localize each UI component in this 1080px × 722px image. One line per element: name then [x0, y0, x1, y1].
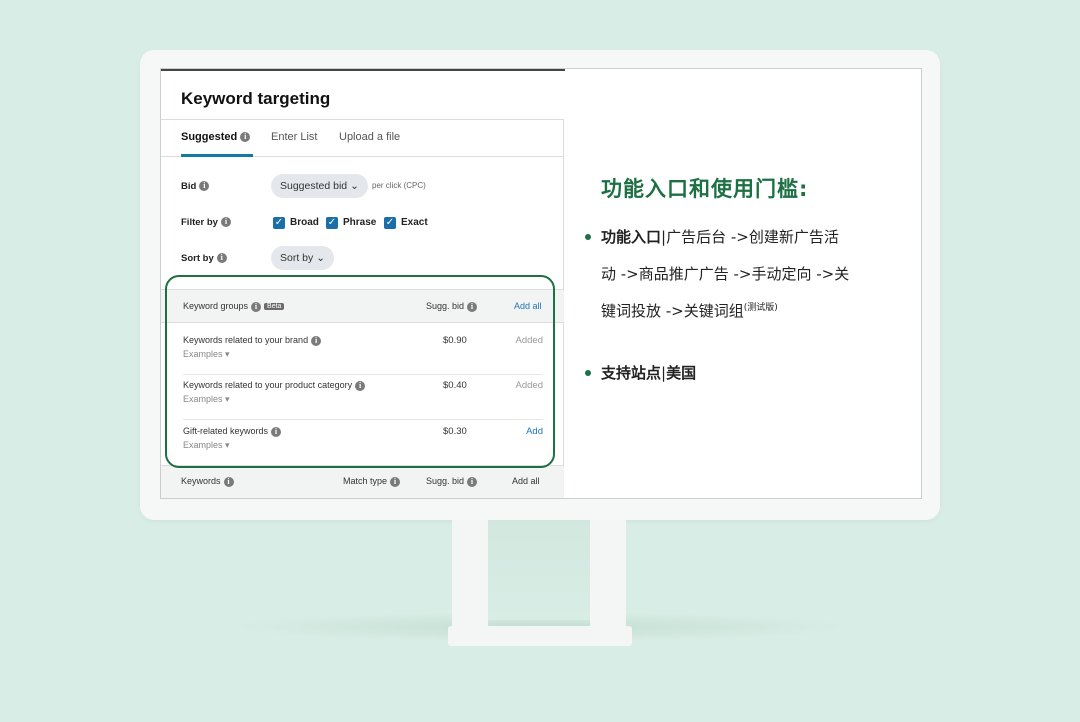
keywords-header: Keywords i Match type i Sugg. bid i Add all: [161, 465, 564, 498]
broad-label: Broad: [290, 217, 319, 228]
info-icon: i: [223, 476, 234, 487]
match-type-header: Match type i: [343, 476, 401, 487]
info-icon: i: [216, 253, 227, 264]
bullet-line-1: 功能入口|广告后台 ->创建新广告活: [601, 219, 901, 256]
info-icon: i: [467, 476, 478, 487]
exact-checkbox[interactable]: ✓: [384, 217, 396, 229]
section-title: 功能入口和使用门槛:: [601, 177, 809, 201]
tab-upload-file[interactable]: Upload a file: [339, 131, 400, 143]
keyword-targeting-panel: Keyword targeting Suggested i Enter List …: [161, 71, 565, 498]
bullet-text: 广告后台 ->创建新广告活: [666, 228, 839, 246]
highlight-frame: [165, 275, 555, 468]
stand-left-leg: [452, 520, 488, 630]
stand-right-leg: [590, 520, 626, 630]
tab-enter-list[interactable]: Enter List: [271, 131, 317, 143]
bid-dropdown[interactable]: Suggested bid ⌄: [271, 174, 368, 198]
description-panel: 功能入口和使用门槛: 功能入口|广告后台 ->创建新广告活 动 ->商品推广广告…: [585, 69, 911, 498]
bullet-dot: [585, 370, 591, 376]
bullet-heading: 支持站点: [601, 364, 662, 382]
info-icon: i: [199, 181, 210, 192]
monitor-screen: Keyword targeting Suggested i Enter List …: [160, 68, 922, 499]
bullet-text: 键词投放 ->关键词组: [601, 302, 744, 320]
phrase-label: Phrase: [343, 217, 377, 228]
info-icon: i: [390, 476, 401, 487]
sort-dropdown[interactable]: Sort by ⌄: [271, 246, 334, 270]
bullet-dot: [585, 234, 591, 240]
bullet-line-1: 支持站点|美国: [601, 355, 901, 392]
chevron-down-icon: ⌄: [350, 180, 359, 192]
add-all-keywords-button[interactable]: Add all: [512, 476, 540, 486]
per-click-note: per click (CPC): [372, 181, 426, 190]
beta-note: (测试版): [743, 303, 778, 313]
stand-base: [448, 626, 632, 646]
stand-gap: [488, 520, 590, 620]
chevron-down-icon: ⌄: [316, 252, 325, 264]
panel-title: Keyword targeting: [181, 89, 331, 108]
broad-checkbox[interactable]: ✓: [273, 217, 285, 229]
keywords-label: Keywords i: [181, 476, 234, 487]
bid-label: Bid i: [181, 181, 210, 192]
active-tab-underline: [181, 154, 253, 157]
tab-bar: Suggested i Enter List Upload a file: [161, 119, 564, 157]
bullet-value: 美国: [666, 364, 697, 382]
bullet-supported-sites: 支持站点|美国: [585, 355, 901, 392]
bullet-line-3: 键词投放 ->关键词组(测试版): [601, 293, 901, 330]
sort-label: Sort by i: [181, 253, 227, 264]
info-icon: i: [240, 132, 251, 143]
info-icon: i: [220, 217, 231, 228]
phrase-checkbox[interactable]: ✓: [326, 217, 338, 229]
bullet-heading: 功能入口: [601, 228, 662, 246]
tab-suggested[interactable]: Suggested i: [181, 131, 251, 143]
exact-label: Exact: [401, 217, 428, 228]
bullet-entry-point: 功能入口|广告后台 ->创建新广告活 动 ->商品推广广告 ->手动定向 ->关…: [585, 219, 901, 330]
filter-label: Filter by i: [181, 217, 231, 228]
bullet-line-2: 动 ->商品推广广告 ->手动定向 ->关: [601, 265, 850, 283]
keywords-sugg-bid-header: Sugg. bid i: [426, 476, 478, 487]
